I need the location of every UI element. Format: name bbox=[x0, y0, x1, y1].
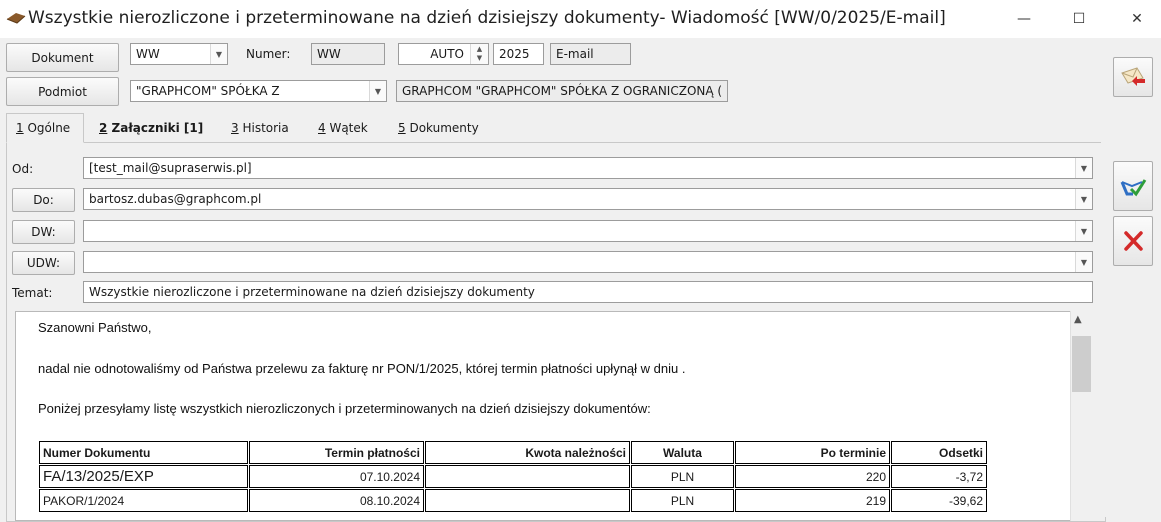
chevron-down-icon[interactable]: ▼ bbox=[1075, 221, 1092, 241]
dw-field[interactable]: ▼ bbox=[83, 220, 1093, 242]
scroll-up-icon[interactable]: ▲ bbox=[1074, 314, 1082, 325]
podmiot-button[interactable]: Podmiot bbox=[6, 77, 119, 106]
cell-termin: 07.10.2024 bbox=[249, 465, 424, 488]
do-field[interactable]: bartosz.dubas@graphcom.pl ▼ bbox=[83, 188, 1093, 210]
col-waluta: Waluta bbox=[631, 441, 734, 464]
dokument-type-value: WW bbox=[136, 47, 160, 61]
cell-termin: 08.10.2024 bbox=[249, 489, 424, 512]
window-title: Wszystkie nierozliczone i przeterminowan… bbox=[28, 8, 946, 28]
chevron-down-icon[interactable]: ▼ bbox=[369, 81, 386, 101]
col-po-terminie: Po terminie bbox=[735, 441, 890, 464]
temat-label: Temat: bbox=[12, 286, 53, 300]
scroll-thumb[interactable] bbox=[1072, 336, 1091, 392]
maximize-button[interactable]: ☐ bbox=[1056, 0, 1102, 38]
message-greeting: Szanowni Państwo, bbox=[38, 320, 152, 335]
tab-dokumenty[interactable]: 5 Dokumenty bbox=[398, 121, 479, 135]
chevron-down-icon[interactable]: ▼ bbox=[1075, 252, 1092, 272]
dokument-type-select[interactable]: WW ▼ bbox=[130, 43, 228, 65]
cell-odsetki: -39,62 bbox=[891, 489, 987, 512]
table-header-row: Numer Dokumentu Termin płatności Kwota n… bbox=[39, 441, 987, 464]
red-x-icon[interactable] bbox=[1113, 216, 1153, 266]
spinner-icon[interactable]: ▲ ▼ bbox=[470, 44, 488, 64]
save-check-icon[interactable] bbox=[1113, 161, 1153, 211]
table-row: PAKOR/1/2024 08.10.2024 PLN 219 -39,62 bbox=[39, 489, 987, 512]
temat-field[interactable]: Wszystkie nierozliczone i przeterminowan… bbox=[83, 281, 1093, 303]
cell-po-terminie: 220 bbox=[735, 465, 890, 488]
col-numer-dokumentu: Numer Dokumentu bbox=[39, 441, 248, 464]
tab-historia[interactable]: 3 Historia bbox=[231, 121, 289, 135]
od-label: Od: bbox=[12, 162, 34, 176]
message-line-2: Poniżej przesyłamy listę wszystkich nier… bbox=[38, 401, 651, 416]
cell-kwota bbox=[425, 465, 630, 488]
podmiot-name-field: GRAPHCOM "GRAPHCOM" SPÓŁKA Z OGRANICZONĄ… bbox=[396, 80, 728, 102]
chevron-down-icon[interactable]: ▼ bbox=[210, 44, 227, 64]
numer-auto-value: AUTO bbox=[430, 47, 464, 61]
cell-kwota bbox=[425, 489, 630, 512]
documents-table: Numer Dokumentu Termin płatności Kwota n… bbox=[38, 440, 988, 513]
right-rail bbox=[1101, 38, 1161, 517]
cell-numer: FA/13/2025/EXP bbox=[39, 465, 248, 488]
minimize-button[interactable]: — bbox=[1001, 0, 1047, 38]
cell-po-terminie: 219 bbox=[735, 489, 890, 512]
tab-zalaczniki[interactable]: 2 Załączniki [1] bbox=[99, 121, 203, 135]
do-button[interactable]: Do: bbox=[12, 188, 75, 212]
od-field[interactable]: [test_mail@supraserwis.pl] ▼ bbox=[83, 157, 1093, 179]
numer-year-field[interactable]: 2025 bbox=[493, 43, 544, 65]
tab-ogolne[interactable]: 1 Ogólne bbox=[16, 121, 70, 135]
close-button[interactable]: ✕ bbox=[1114, 0, 1160, 38]
numer-suffix-field: E-mail bbox=[550, 43, 631, 65]
message-line-1: nadal nie odnotowaliśmy od Państwa przel… bbox=[38, 361, 686, 376]
numer-label: Numer: bbox=[246, 47, 291, 61]
cell-waluta: PLN bbox=[631, 465, 734, 488]
udw-button[interactable]: UDW: bbox=[12, 251, 75, 275]
send-mail-icon[interactable] bbox=[1113, 57, 1153, 97]
dw-button[interactable]: DW: bbox=[12, 220, 75, 244]
table-row: FA/13/2025/EXP 07.10.2024 PLN 220 -3,72 bbox=[39, 465, 987, 488]
udw-field[interactable]: ▼ bbox=[83, 251, 1093, 273]
tab-watek[interactable]: 4 Wątek bbox=[318, 121, 368, 135]
cell-odsetki: -3,72 bbox=[891, 465, 987, 488]
od-value: [test_mail@supraserwis.pl] bbox=[89, 161, 252, 175]
chevron-down-icon[interactable]: ▼ bbox=[1075, 189, 1092, 209]
envelope-icon bbox=[6, 10, 26, 26]
do-value: bartosz.dubas@graphcom.pl bbox=[89, 192, 262, 206]
podmiot-code-value: "GRAPHCOM" SPÓŁKA Z bbox=[136, 84, 280, 98]
col-termin-platnosci: Termin płatności bbox=[249, 441, 424, 464]
cell-waluta: PLN bbox=[631, 489, 734, 512]
chevron-down-icon[interactable]: ▼ bbox=[1075, 158, 1092, 178]
dokument-button[interactable]: Dokument bbox=[6, 43, 119, 72]
col-odsetki: Odsetki bbox=[891, 441, 987, 464]
col-kwota-naleznosci: Kwota należności bbox=[425, 441, 630, 464]
numer-auto-field[interactable]: AUTO ▲ ▼ bbox=[398, 43, 489, 65]
cell-numer: PAKOR/1/2024 bbox=[39, 489, 248, 512]
numer-prefix-field: WW bbox=[311, 43, 385, 65]
podmiot-code-select[interactable]: "GRAPHCOM" SPÓŁKA Z ▼ bbox=[130, 80, 387, 102]
